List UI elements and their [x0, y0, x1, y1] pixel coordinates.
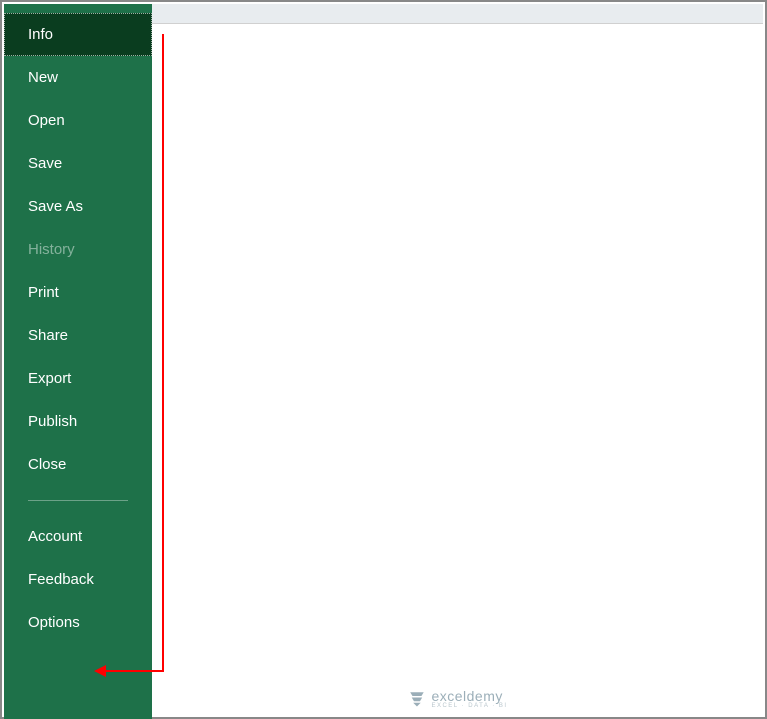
watermark-text: exceldemy EXCEL · DATA · BI — [431, 689, 507, 709]
menu-item-label: Open — [28, 112, 65, 129]
title-bar — [152, 4, 763, 24]
menu-item-new[interactable]: New — [4, 56, 152, 99]
menu-item-account[interactable]: Account — [4, 515, 152, 558]
menu-item-label: Print — [28, 284, 59, 301]
backstage-menu: Info New Open Save Save As History Print… — [4, 4, 152, 644]
backstage-sidebar: Info New Open Save Save As History Print… — [4, 4, 152, 719]
menu-item-save[interactable]: Save — [4, 142, 152, 185]
menu-item-history: History — [4, 228, 152, 271]
menu-item-label: Save As — [28, 198, 83, 215]
menu-item-close[interactable]: Close — [4, 443, 152, 486]
menu-item-export[interactable]: Export — [4, 357, 152, 400]
menu-item-label: Save — [28, 155, 62, 172]
menu-item-label: Feedback — [28, 571, 94, 588]
menu-item-label: Close — [28, 456, 66, 473]
watermark-name: exceldemy — [431, 689, 507, 703]
menu-divider — [28, 500, 128, 501]
menu-item-info[interactable]: Info — [4, 13, 152, 56]
annotation-arrow-vertical — [162, 34, 164, 672]
menu-item-label: Account — [28, 528, 82, 545]
menu-item-options[interactable]: Options — [4, 601, 152, 644]
menu-item-save-as[interactable]: Save As — [4, 185, 152, 228]
menu-item-label: Options — [28, 614, 80, 631]
menu-item-label: Info — [28, 26, 53, 43]
menu-item-label: History — [28, 241, 75, 258]
backstage-content: exceldemy EXCEL · DATA · BI — [152, 24, 763, 715]
menu-item-publish[interactable]: Publish — [4, 400, 152, 443]
annotation-arrow-head — [94, 665, 106, 677]
menu-item-label: New — [28, 69, 58, 86]
menu-item-label: Publish — [28, 413, 77, 430]
menu-item-open[interactable]: Open — [4, 99, 152, 142]
menu-item-feedback[interactable]: Feedback — [4, 558, 152, 601]
watermark-tagline: EXCEL · DATA · BI — [431, 703, 507, 709]
menu-item-label: Share — [28, 327, 68, 344]
watermark-logo: exceldemy EXCEL · DATA · BI — [407, 689, 507, 709]
menu-item-label: Export — [28, 370, 71, 387]
menu-item-share[interactable]: Share — [4, 314, 152, 357]
app-window: Info New Open Save Save As History Print… — [0, 0, 767, 719]
menu-item-print[interactable]: Print — [4, 271, 152, 314]
annotation-arrow-horizontal — [104, 670, 164, 672]
exceldemy-icon — [407, 690, 425, 708]
